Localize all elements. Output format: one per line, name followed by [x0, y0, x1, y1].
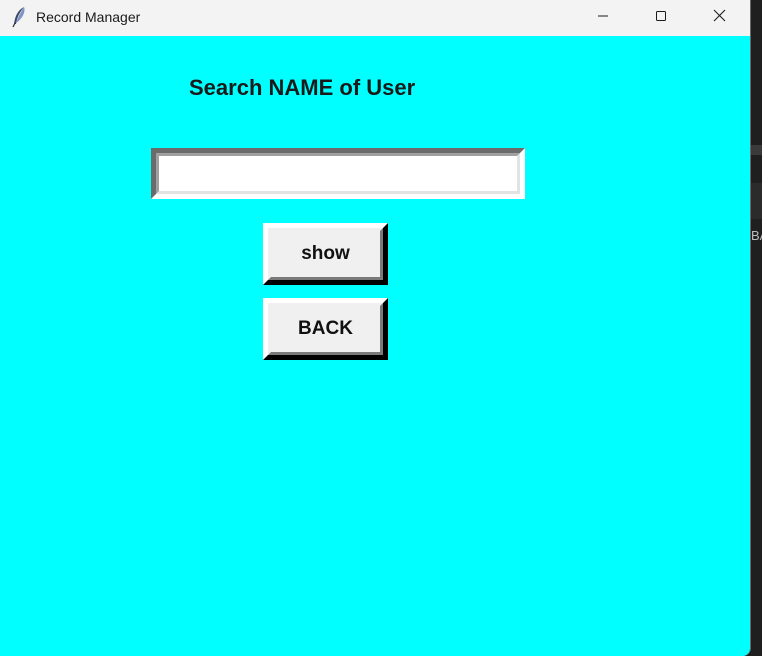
title-bar[interactable]: Record Manager: [0, 0, 750, 36]
minimize-icon: [597, 9, 609, 27]
name-search-input[interactable]: [159, 156, 517, 191]
show-button[interactable]: show: [263, 223, 388, 285]
background-window: BA: [751, 0, 762, 656]
window-title: Record Manager: [36, 9, 141, 25]
minimize-button[interactable]: [574, 0, 632, 36]
show-button-bevel: show: [268, 228, 383, 280]
show-button-label: show: [301, 243, 350, 264]
maximize-button[interactable]: [632, 0, 690, 36]
feather-icon: [10, 6, 30, 28]
back-button-label: BACK: [298, 318, 353, 339]
background-window-text: BA: [751, 228, 762, 243]
background-window-bar: [751, 145, 762, 155]
record-manager-window: Record Manager Search NAME of User show …: [0, 0, 751, 656]
back-button[interactable]: BACK: [263, 298, 388, 360]
close-button[interactable]: [690, 0, 748, 36]
close-icon: [713, 9, 726, 27]
name-search-field-inner: [156, 153, 520, 194]
search-heading: Search NAME of User: [189, 75, 416, 100]
name-search-field[interactable]: [151, 148, 525, 199]
back-button-bevel: BACK: [268, 303, 383, 355]
background-window-bar: [751, 183, 762, 219]
maximize-icon: [655, 9, 667, 27]
